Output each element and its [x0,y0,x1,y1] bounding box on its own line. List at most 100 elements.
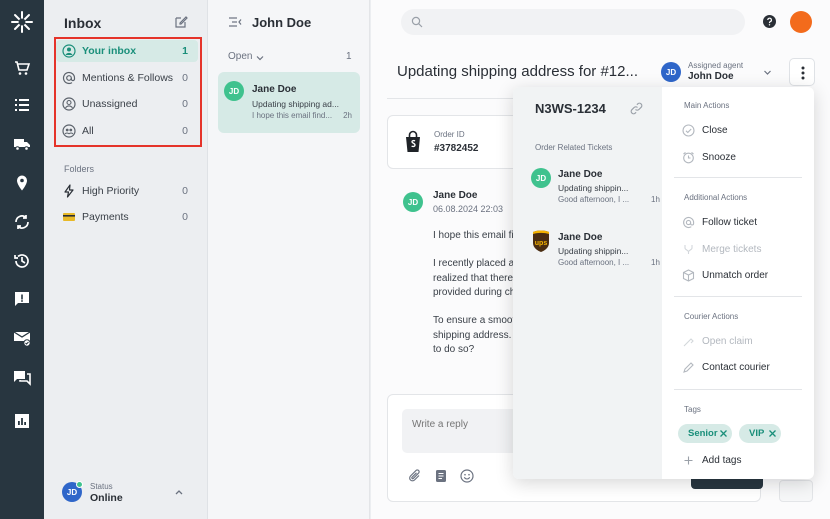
message-text: To ensure a smoot [433,315,516,326]
divider [674,389,802,390]
nav-rail [0,0,44,519]
unmatch-order-action[interactable]: Unmatch order [680,266,800,284]
template-icon[interactable] [434,469,448,483]
tag-label: VIP [749,428,765,439]
add-tags-action[interactable]: Add tags [680,451,800,469]
follow-ticket-action[interactable]: Follow ticket [680,213,800,231]
action-label: Merge tickets [702,244,762,255]
emoji-icon[interactable] [460,469,474,483]
avatar: JD [403,192,423,212]
message-text: shipping address. [433,330,512,341]
related-ticket-preview: Good afternoon, I ... [558,258,630,267]
close-icon[interactable] [768,429,777,438]
folder-item-high-priority[interactable]: High Priority 0 [56,180,198,202]
alert-message-icon[interactable] [13,290,31,308]
help-icon[interactable] [763,15,776,28]
highlight-annotation [54,37,202,147]
related-ticket-time: 1h [651,195,660,204]
online-indicator [76,481,83,488]
link-icon[interactable] [630,102,643,115]
status-value: Online [90,492,123,504]
paperclip-icon[interactable] [408,469,422,483]
conversation-card[interactable]: JD Jane Doe Updating shipping ad... I ho… [218,72,360,133]
related-ticket-item[interactable]: ups Jane Doe Updating shippin... Good af… [529,229,660,273]
actions-panel: Main Actions Close Snooze Additional Act… [662,87,814,479]
compose-icon[interactable] [174,15,188,29]
action-label: Contact courier [702,362,770,373]
contact-name-title: John Doe [252,15,312,30]
assigned-agent-name: John Doe [688,71,734,82]
truck-icon[interactable] [13,135,31,153]
conversation-subject: Updating shipping ad... [252,99,339,109]
folder-item-payments[interactable]: Payments 0 [56,206,198,228]
message-text: realized that there [433,273,514,284]
merge-tickets-action: Merge tickets [680,240,800,258]
message-sender: Jane Doe [433,190,478,201]
message-text: to do so? [433,344,475,355]
folders-heading: Folders [64,164,95,174]
cart-icon[interactable] [13,59,31,77]
related-ticket-name: Jane Doe [558,169,603,180]
user-avatar[interactable] [790,11,812,33]
order-card[interactable]: Order ID #3782452 [387,115,527,169]
folder-item-label: Payments [82,211,129,223]
contact-courier-action[interactable]: Contact courier [680,358,800,376]
related-ticket-subject: Updating shippin... [558,246,629,256]
snooze-action[interactable]: Snooze [680,148,800,166]
status-selector[interactable]: JD Status Online [60,478,200,508]
shopify-bag-icon [406,130,420,152]
message-timestamp: 06.08.2024 22:03 [433,204,504,214]
chevron-up-icon [175,490,183,495]
ticket-actions-menu: N3WS-1234 Order Related Tickets JD Jane … [513,87,814,479]
close-ticket-action[interactable]: Close [680,121,800,139]
app-logo-icon[interactable] [10,10,34,34]
ticket-id: N3WS-1234 [535,101,606,116]
close-icon[interactable] [719,429,728,438]
collapse-menu-icon[interactable] [228,16,242,28]
tag-chip[interactable]: Senior [678,424,732,443]
folder-item-label: High Priority [82,185,140,197]
mail-check-icon[interactable] [13,329,31,347]
list-icon[interactable] [13,96,31,114]
related-ticket-name: Jane Doe [558,232,603,243]
at-sign-icon [683,217,695,228]
status-filter-dropdown[interactable]: Open [228,51,252,62]
conversation-sender: Jane Doe [252,84,297,95]
ticket-title: Updating shipping address for #12... [397,63,638,80]
avatar: JD [661,62,681,82]
svg-text:ups: ups [535,240,548,247]
conversation-list: John Doe Open 1 JD Jane Doe Updating shi… [208,0,370,519]
merge-icon [684,245,693,254]
message-text: I hope this email fi [433,230,514,241]
action-label: Open claim [702,336,753,347]
status-label: Status [90,482,113,491]
secondary-action-button[interactable] [779,480,813,502]
conversation-count: 1 [346,51,352,62]
action-label: Add tags [702,455,742,466]
chat-bubbles-icon[interactable] [13,369,31,387]
tag-chip[interactable]: VIP [739,424,781,443]
related-ticket-subject: Updating shippin... [558,183,629,193]
open-claim-action: Open claim [680,332,800,350]
more-actions-button[interactable] [789,58,815,86]
message-text: provided during ch [433,287,516,298]
folder-item-count: 0 [182,211,188,223]
pencil-icon [683,362,694,373]
chevron-down-icon[interactable] [256,54,264,62]
lightning-icon [64,184,74,198]
additional-actions-heading: Additional Actions [684,193,748,202]
divider [387,98,527,99]
analytics-icon[interactable] [13,412,31,430]
avatar: JD [224,81,244,101]
divider [674,177,802,178]
history-icon[interactable] [13,252,31,270]
related-ticket-preview: Good afternoon, I ... [558,195,630,204]
location-pin-icon[interactable] [13,174,31,192]
sync-icon[interactable] [13,213,31,231]
related-ticket-item[interactable]: JD Jane Doe Updating shippin... Good aft… [529,166,660,210]
assigned-agent-dropdown[interactable]: JD Assigned agent John Doe [659,59,787,85]
tags-heading: Tags [684,405,701,414]
order-related-panel: N3WS-1234 Order Related Tickets JD Jane … [513,87,662,479]
search-input[interactable] [401,9,745,35]
assigned-agent-label: Assigned agent [688,61,744,70]
